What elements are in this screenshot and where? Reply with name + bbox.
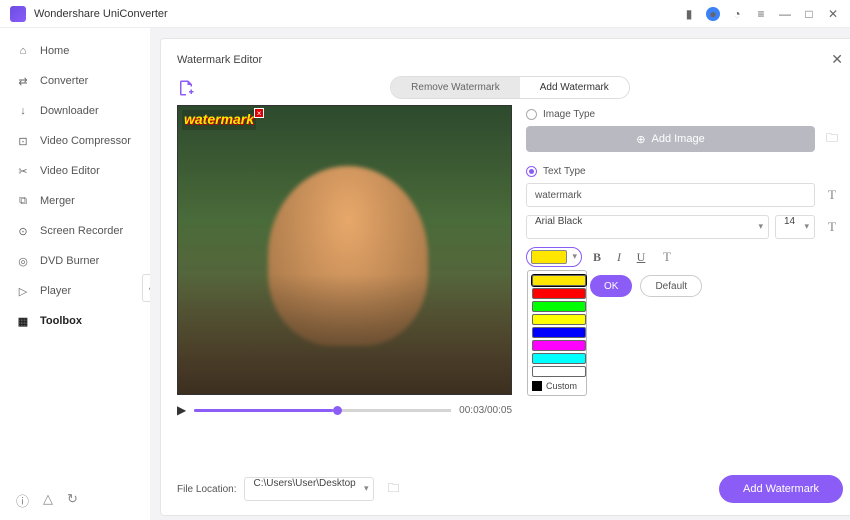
file-location-select[interactable]: C:\Users\User\Desktop [244,477,374,501]
sidebar-item-home[interactable]: ⌂ Home [0,36,150,66]
dialog-close-button[interactable]: ✕ [831,51,843,68]
sidebar-item-downloader[interactable]: ↓ Downloader [0,96,150,126]
download-icon: ↓ [16,104,30,118]
video-preview[interactable]: watermark × [177,105,512,395]
bell-icon[interactable]: △ [43,491,53,510]
close-icon[interactable]: ✕ [826,7,840,21]
watermark-text-input[interactable] [526,183,815,207]
font-family-select[interactable]: Arial Black [526,215,769,239]
color-dropdown: Custom [527,270,587,396]
sidebar-label: Merger [40,195,75,207]
dialog-title: Watermark Editor [177,54,262,66]
tab-remove-watermark[interactable]: Remove Watermark [391,77,520,98]
sidebar-label: Home [40,45,69,57]
italic-button[interactable]: I [612,250,626,265]
font-size-select[interactable]: 14 [775,215,815,239]
settings-panel: Image Type ⊕ Add Image 🗀 Text Type [526,105,843,417]
menu-icon[interactable]: ≡ [754,7,768,21]
title-bar: Wondershare UniConverter ▮ ● ◔ ≡ — □ ✕ [0,0,850,28]
add-file-icon[interactable] [177,79,195,97]
sidebar-item-compressor[interactable]: ⊡ Video Compressor [0,126,150,156]
app-title: Wondershare UniConverter [34,8,682,20]
image-type-label: Image Type [543,109,595,120]
sidebar-label: Toolbox [40,315,82,327]
watermark-editor-dialog: Watermark Editor ✕ Remove Watermark Add … [160,38,850,516]
preview-panel: watermark × ▶ 00:03/00:05 [177,105,512,417]
sidebar-label: Video Compressor [40,135,131,147]
sidebar-label: DVD Burner [40,255,99,267]
sidebar-item-editor[interactable]: ✂ Video Editor [0,156,150,186]
text-type-radio[interactable] [526,166,537,177]
color-swatch-yellow[interactable] [532,275,586,286]
compress-icon: ⊡ [16,134,30,148]
play-button[interactable]: ▶ [177,403,186,417]
sidebar-item-dvd[interactable]: ◎ DVD Burner [0,246,150,276]
text-icon: T [821,215,843,239]
play-icon: ▷ [16,284,30,298]
minimize-icon[interactable]: — [778,7,792,21]
maximize-icon[interactable]: □ [802,7,816,21]
tab-add-watermark[interactable]: Add Watermark [520,77,629,98]
sidebar: ⌂ Home ⇄ Converter ↓ Downloader ⊡ Video Comp… [0,28,150,520]
time-display: 00:03/00:05 [459,405,512,416]
sidebar-item-recorder[interactable]: ⊙ Screen Recorder [0,216,150,246]
watermark-remove-icon[interactable]: × [254,108,264,118]
text-style-icon[interactable]: T [821,183,843,207]
toolbox-icon: ▦ [16,314,30,328]
merge-icon: ⧉ [16,194,30,208]
scissors-icon: ✂ [16,164,30,178]
sidebar-item-toolbox[interactable]: ▦ Toolbox [0,306,150,336]
color-swatch-blue[interactable] [532,327,586,338]
sidebar-label: Screen Recorder [40,225,123,237]
ok-button[interactable]: OK [590,275,632,297]
converter-icon: ⇄ [16,74,30,88]
add-image-button[interactable]: ⊕ Add Image [526,126,815,152]
plus-icon: ⊕ [636,133,645,146]
sidebar-label: Downloader [40,105,99,117]
watermark-overlay[interactable]: watermark × [182,110,256,130]
watermark-preview-text: watermark [184,111,254,127]
add-watermark-button[interactable]: Add Watermark [719,475,843,503]
color-swatch-yellow2[interactable] [532,314,586,325]
home-icon: ⌂ [16,44,30,58]
text-type-label: Text Type [543,166,586,177]
color-select[interactable]: Custom [526,247,582,267]
text-icon: T [656,249,678,265]
gift-icon[interactable]: ▮ [682,7,696,21]
content-area: editing os or 100 CD. Watermark Editor ✕… [150,28,850,520]
underline-button[interactable]: U [634,250,648,265]
user-avatar[interactable]: ● [706,7,720,21]
headset-icon[interactable]: ◔ [730,7,744,21]
sidebar-item-converter[interactable]: ⇄ Converter [0,66,150,96]
color-swatch-white[interactable] [532,366,586,377]
refresh-icon[interactable]: ↻ [67,491,78,510]
image-type-radio[interactable] [526,109,537,120]
seek-bar[interactable] [194,409,451,412]
sidebar-label: Video Editor [40,165,100,177]
watermark-mode-tabs: Remove Watermark Add Watermark [390,76,630,99]
color-swatch-green[interactable] [532,301,586,312]
color-swatch-cyan[interactable] [532,353,586,364]
default-button[interactable]: Default [640,275,702,297]
browse-location-button[interactable]: 🗀 [382,476,404,502]
app-logo [10,6,26,22]
info-icon[interactable]: ⓘ [16,491,29,510]
color-custom-option[interactable]: Custom [530,379,584,393]
disc-icon: ◎ [16,254,30,268]
bold-button[interactable]: B [590,250,604,265]
sidebar-item-merger[interactable]: ⧉ Merger [0,186,150,216]
browse-image-button[interactable]: 🗀 [821,126,843,152]
sidebar-label: Converter [40,75,88,87]
sidebar-item-player[interactable]: ▷ Player [0,276,150,306]
file-location-label: File Location: [177,484,236,495]
sidebar-label: Player [40,285,71,297]
color-swatch-magenta[interactable] [532,340,586,351]
record-icon: ⊙ [16,224,30,238]
color-swatch-red[interactable] [532,288,586,299]
